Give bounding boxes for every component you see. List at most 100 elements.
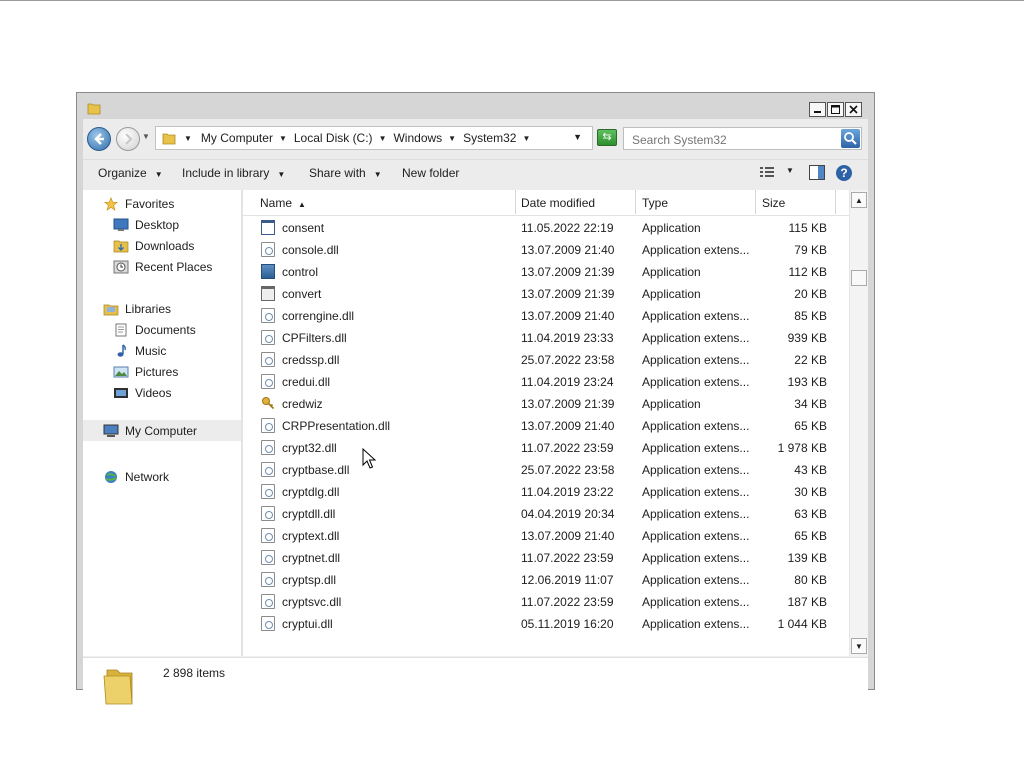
table-row[interactable]: convert 13.07.2009 21:39 Application 20 KB	[243, 283, 849, 305]
scroll-thumb[interactable]	[851, 270, 867, 286]
file-type: Application extens...	[642, 375, 750, 389]
nav-pictures[interactable]: Pictures	[113, 365, 178, 379]
table-row[interactable]: cryptdll.dll 04.04.2019 20:34 Application …	[243, 503, 849, 525]
breadcrumb-arrow[interactable]: ▼	[448, 134, 456, 143]
search-box[interactable]	[623, 127, 862, 150]
organize-menu[interactable]: Organize ▼	[98, 166, 163, 180]
table-row[interactable]: cryptdlg.dll 11.04.2019 23:22 Application …	[243, 481, 849, 503]
nav-downloads[interactable]: Downloads	[113, 239, 194, 253]
close-button[interactable]	[845, 102, 862, 117]
file-date-modified: 25.07.2022 23:58	[521, 353, 615, 367]
minimize-button[interactable]	[809, 102, 826, 117]
breadcrumb-windows[interactable]: Windows	[393, 131, 442, 145]
table-row[interactable]: credssp.dll 25.07.2022 23:58 Application e…	[243, 349, 849, 371]
nav-network[interactable]: Network	[103, 470, 169, 484]
table-row[interactable]: console.dll 13.07.2009 21:40 Application e…	[243, 239, 849, 261]
table-row[interactable]: correngine.dll 13.07.2009 21:40 Applicatio…	[243, 305, 849, 327]
nav-my-computer-label: My Computer	[125, 423, 198, 438]
nav-videos[interactable]: Videos	[113, 386, 171, 400]
chevron-down-icon: ▼	[277, 170, 286, 179]
dll-icon	[261, 506, 275, 521]
column-divider[interactable]	[755, 190, 756, 214]
breadcrumb-arrow[interactable]: ▼	[279, 134, 287, 143]
address-bar[interactable]: ▼ My Computer ▼ Local Disk (C:) ▼ Window…	[155, 126, 593, 150]
nav-my-computer[interactable]: My Computer	[83, 420, 241, 441]
preview-pane-button[interactable]	[809, 165, 825, 183]
table-row[interactable]: credwiz 13.07.2009 21:39 Application 34 KB	[243, 393, 849, 415]
file-type: Application extens...	[642, 331, 750, 345]
file-date-modified: 11.04.2019 23:33	[521, 331, 614, 345]
vertical-scrollbar[interactable]: ▲ ▼	[849, 190, 868, 656]
table-row[interactable]: cryptsvc.dll 11.07.2022 23:59 Application …	[243, 591, 849, 613]
explorer-window: ▼ ▼ My Computer ▼ Local Disk (C:) ▼ Wind…	[76, 92, 875, 716]
dll-icon	[261, 308, 275, 323]
new-folder-button[interactable]: New folder	[402, 166, 459, 180]
app-icon	[261, 220, 275, 235]
forward-button[interactable]	[116, 127, 140, 151]
change-view-button[interactable]	[759, 165, 775, 182]
breadcrumb-my-computer[interactable]: My Computer	[201, 131, 273, 145]
file-name: cryptnet.dll	[282, 551, 341, 565]
nav-documents[interactable]: Documents	[113, 323, 196, 337]
table-row[interactable]: CRPPresentation.dll 13.07.2009 21:40 Appli…	[243, 415, 849, 437]
table-row[interactable]: cryptext.dll 13.07.2009 21:40 Application …	[243, 525, 849, 547]
table-row[interactable]: cryptbase.dll 25.07.2022 23:58 Application…	[243, 459, 849, 481]
dll-icon	[261, 352, 275, 367]
table-row[interactable]: cryptsp.dll 12.06.2019 11:07 Application e…	[243, 569, 849, 591]
table-row[interactable]: CPFilters.dll 11.04.2019 23:33 Application…	[243, 327, 849, 349]
breadcrumb-arrow[interactable]: ▼	[522, 134, 530, 143]
file-date-modified: 11.05.2022 22:19	[521, 221, 614, 235]
view-options-dropdown[interactable]: ▼	[786, 166, 794, 175]
table-row[interactable]: cryptnet.dll 11.07.2022 23:59 Application …	[243, 547, 849, 569]
nav-desktop[interactable]: Desktop	[113, 218, 179, 232]
file-size: 85 KB	[794, 309, 827, 323]
nav-music[interactable]: Music	[113, 344, 166, 358]
title-bar[interactable]	[77, 93, 874, 119]
table-row[interactable]: credui.dll 11.04.2019 23:24 Application ex…	[243, 371, 849, 393]
nav-recent-places[interactable]: Recent Places	[113, 260, 212, 274]
column-date-header[interactable]: Date modified	[521, 196, 595, 210]
file-type: Application extens...	[642, 419, 750, 433]
file-date-modified: 13.07.2009 21:40	[521, 243, 615, 257]
column-divider[interactable]	[515, 190, 516, 214]
table-row[interactable]: crypt32.dll 11.07.2022 23:59 Application e…	[243, 437, 849, 459]
file-list: Name ▲ Date modified Type Size consent 11.…	[243, 190, 849, 656]
scroll-down-button[interactable]: ▼	[851, 638, 867, 654]
include-in-library-menu[interactable]: Include in library ▼	[182, 166, 285, 180]
chevron-down-icon: ▼	[373, 170, 382, 179]
breadcrumb-arrow[interactable]: ▼	[379, 134, 387, 143]
breadcrumb-local-disk[interactable]: Local Disk (C:)	[294, 131, 373, 145]
search-input[interactable]	[630, 131, 834, 148]
nav-libraries[interactable]: Libraries	[103, 302, 171, 316]
screen-top-border	[0, 0, 1024, 1]
svg-text:?: ?	[840, 166, 847, 180]
column-type-header[interactable]: Type	[642, 196, 668, 210]
share-with-menu[interactable]: Share with ▼	[309, 166, 382, 180]
dll-icon	[261, 616, 275, 631]
column-size-header[interactable]: Size	[762, 196, 785, 210]
nav-favorites[interactable]: Favorites	[103, 197, 174, 211]
back-button[interactable]	[87, 127, 111, 151]
address-history-dropdown[interactable]: ▼	[573, 132, 582, 142]
search-button[interactable]	[841, 129, 860, 148]
share-with-label: Share with	[309, 166, 366, 180]
scroll-up-button[interactable]: ▲	[851, 192, 867, 208]
help-button[interactable]: ?	[835, 164, 853, 185]
table-row[interactable]: consent 11.05.2022 22:19 Application 115 KB	[243, 217, 849, 239]
file-name: cryptdll.dll	[282, 507, 336, 521]
recent-pages-dropdown[interactable]: ▼	[142, 132, 150, 141]
file-name: credwiz	[282, 397, 323, 411]
column-divider[interactable]	[835, 190, 836, 214]
help-icon: ?	[836, 165, 852, 181]
file-date-modified: 05.11.2019 16:20	[521, 617, 614, 631]
column-divider[interactable]	[635, 190, 636, 214]
column-name-header[interactable]: Name ▲	[260, 196, 306, 210]
table-row[interactable]: cryptui.dll 05.11.2019 16:20 Application e…	[243, 613, 849, 635]
breadcrumb-system32[interactable]: System32	[463, 131, 516, 145]
convert-icon	[261, 286, 275, 301]
maximize-button[interactable]	[827, 102, 844, 117]
table-row[interactable]: control 13.07.2009 21:39 Application 112 KB	[243, 261, 849, 283]
file-size: 1 044 KB	[777, 617, 827, 631]
breadcrumb-root-arrow[interactable]: ▼	[184, 134, 192, 143]
refresh-button[interactable]: ⇆	[597, 129, 617, 146]
